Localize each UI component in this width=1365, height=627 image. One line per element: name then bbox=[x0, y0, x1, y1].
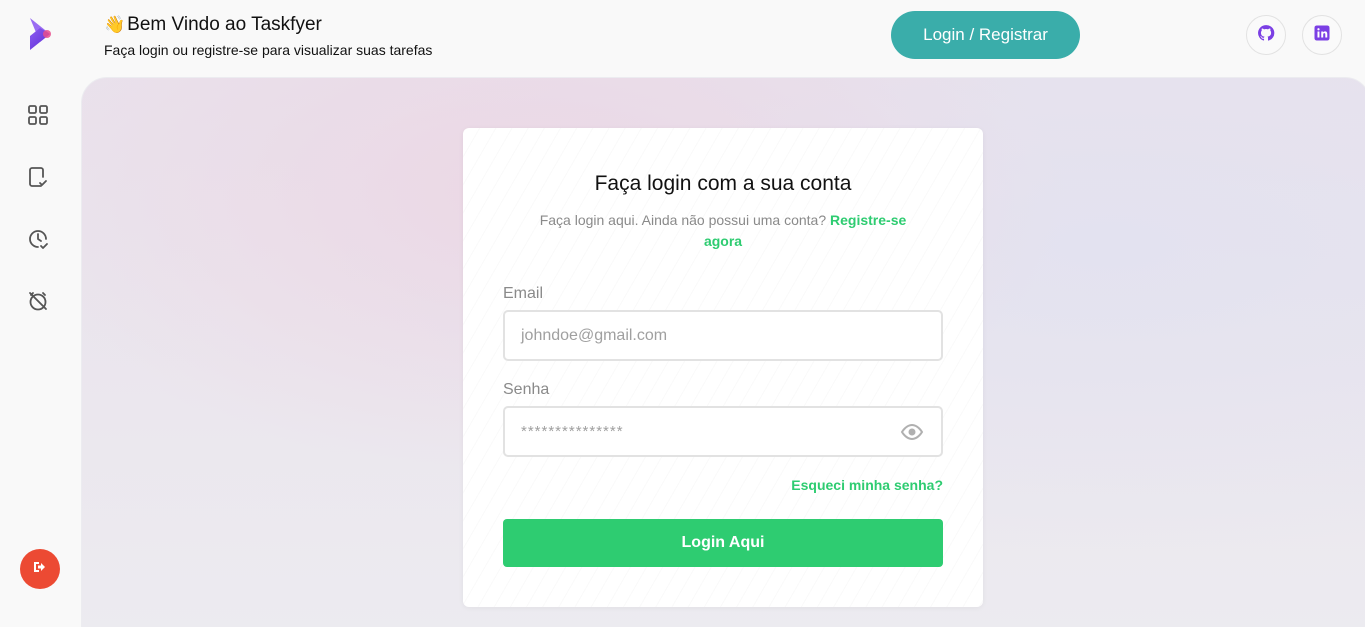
grid-icon bbox=[27, 104, 49, 131]
sidebar-item-history[interactable] bbox=[26, 229, 50, 253]
github-link[interactable] bbox=[1246, 15, 1286, 55]
login-subtitle: Faça login aqui. Ainda não possui uma co… bbox=[533, 210, 913, 252]
email-placeholder: johndoe@gmail.com bbox=[521, 326, 668, 344]
task-check-icon bbox=[27, 166, 49, 193]
email-label: Email bbox=[503, 285, 544, 302]
linkedin-icon bbox=[1313, 24, 1331, 47]
welcome-title-text: Bem Vindo ao Taskfyer bbox=[127, 14, 322, 35]
login-card: Faça login com a sua conta Faça login aq… bbox=[463, 128, 983, 607]
logout-button[interactable] bbox=[20, 549, 60, 589]
login-title: Faça login com a sua conta bbox=[594, 172, 852, 195]
sidebar-item-grid[interactable] bbox=[26, 104, 50, 131]
sidebar-item-tasks[interactable] bbox=[26, 166, 50, 193]
logout-icon bbox=[32, 559, 48, 580]
linkedin-link[interactable] bbox=[1302, 15, 1342, 55]
app-logo[interactable] bbox=[26, 16, 54, 52]
password-value: *************** bbox=[521, 423, 624, 440]
forgot-password-link[interactable]: Esqueci minha senha? bbox=[791, 477, 943, 493]
timer-off-icon bbox=[27, 290, 49, 317]
password-field[interactable]: *************** bbox=[503, 406, 943, 457]
email-field[interactable]: johndoe@gmail.com bbox=[503, 310, 943, 361]
welcome-header: 👋 Bem Vindo ao Taskfyer Faça login ou re… bbox=[104, 14, 432, 58]
welcome-subtitle: Faça login ou registre-se para visualiza… bbox=[104, 42, 433, 58]
eye-icon[interactable] bbox=[899, 422, 925, 447]
login-register-button[interactable]: Login / Registrar bbox=[891, 11, 1080, 59]
login-subtitle-text: Faça login aqui. Ainda não possui uma co… bbox=[539, 212, 827, 228]
wave-icon: 👋 bbox=[104, 15, 126, 34]
password-label: Senha bbox=[503, 381, 550, 398]
history-icon bbox=[27, 228, 49, 255]
welcome-title: 👋 Bem Vindo ao Taskfyer bbox=[104, 14, 432, 36]
sidebar-item-timer[interactable] bbox=[26, 291, 50, 315]
login-submit-button[interactable]: Login Aqui bbox=[503, 519, 943, 567]
github-icon bbox=[1257, 24, 1275, 47]
